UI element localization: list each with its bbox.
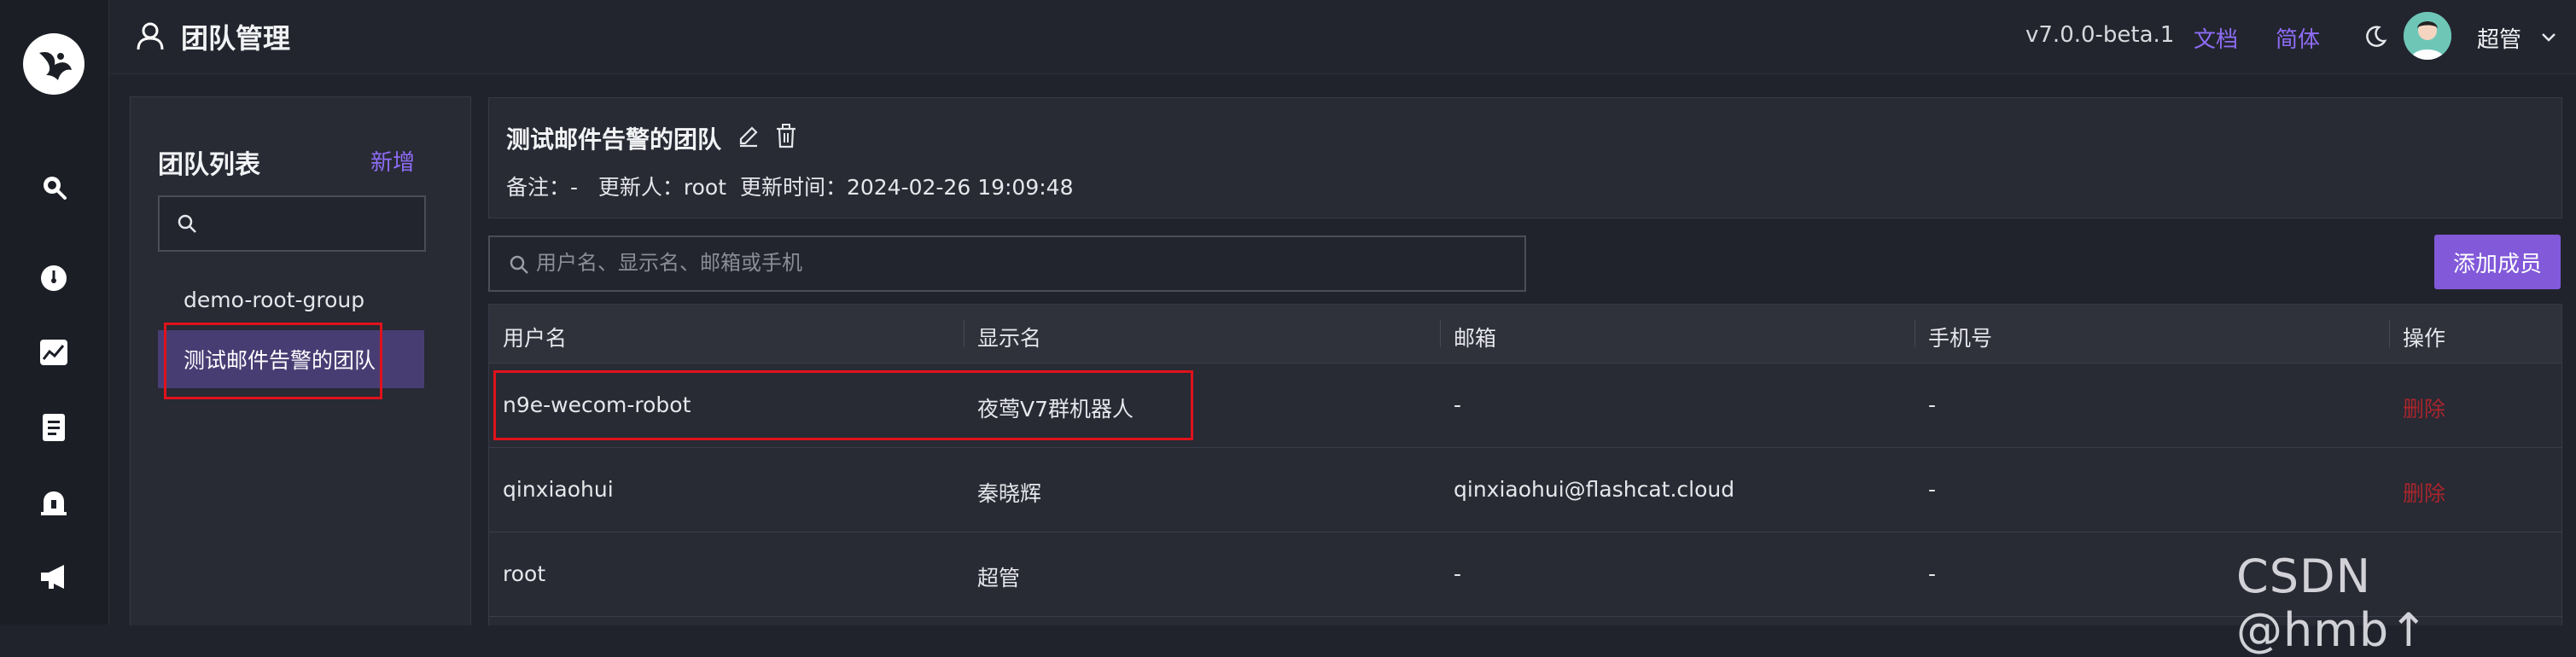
nav-search[interactable] (34, 169, 73, 208)
version-label: v7.0.0-beta.1 (2025, 22, 2175, 48)
column-divider (1440, 320, 1441, 347)
nav-dashboard[interactable] (34, 260, 73, 299)
nav-metrics[interactable] (34, 334, 73, 374)
table-header: 用户名 显示名 邮箱 手机号 操作 (489, 305, 2561, 363)
updater-value: root (683, 175, 727, 200)
cell-phone: - (1928, 392, 1937, 417)
docs-link[interactable]: 文档 (2194, 22, 2238, 54)
team-meta: 备注：- 更新人：root 更新时间：2024-02-26 19:09:48 (506, 171, 1073, 201)
watermark-text: CSDN @hmb↑ (2236, 549, 2429, 657)
cell-email: qinxiaohui@flashcat.cloud (1454, 477, 1735, 502)
avatar[interactable] (2404, 12, 2451, 60)
top-header: 团队管理 v7.0.0-beta.1 文档 简体 超管 (109, 0, 2576, 74)
language-switch[interactable]: 简体 (2276, 22, 2320, 54)
table-row: qinxiaohui 秦晓辉 qinxiaohui@flashcat.cloud… (489, 448, 2561, 532)
table-row: n9e-wecom-robot 夜莺V7群机器人 - - 删除 (489, 363, 2561, 448)
metrics-chart-icon (39, 339, 68, 369)
theme-toggle-moon-icon[interactable] (2363, 24, 2388, 49)
column-divider (964, 320, 965, 347)
nav-logs[interactable] (34, 410, 73, 449)
member-search-input[interactable] (534, 237, 1511, 288)
chevron-down-icon[interactable] (2539, 27, 2558, 46)
search-icon (509, 254, 529, 275)
alarm-bell-icon (39, 488, 68, 520)
edit-icon[interactable] (737, 124, 761, 148)
cell-email: - (1454, 392, 1462, 417)
team-list-item[interactable]: demo-root-group (158, 270, 424, 328)
search-icon (40, 173, 67, 204)
cell-username: n9e-wecom-robot (503, 392, 691, 417)
team-list-title: 团队列表 (158, 150, 260, 180)
note-value: - (570, 175, 579, 200)
dashboard-gauge-icon (39, 264, 68, 296)
col-phone-header[interactable]: 手机号 (1928, 322, 1992, 352)
add-member-button[interactable]: 添加成员 (2434, 235, 2561, 289)
cell-username: root (503, 561, 546, 586)
col-display-name-header[interactable]: 显示名 (977, 322, 1041, 352)
cell-phone: - (1928, 561, 1937, 586)
user-name[interactable]: 超管 (2477, 22, 2521, 54)
updater-label: 更新人： (597, 175, 684, 200)
delete-member-link[interactable]: 删除 (2403, 477, 2445, 508)
megaphone-icon (38, 563, 69, 594)
delete-trash-icon[interactable] (774, 123, 798, 148)
member-search-box (488, 235, 1526, 292)
team-name: 测试邮件告警的团队 (506, 125, 722, 154)
delete-member-link[interactable]: 删除 (2403, 392, 2445, 423)
update-time-label: 更新时间： (739, 175, 847, 200)
user-outline-icon (135, 20, 166, 51)
cell-phone: - (1928, 477, 1937, 502)
search-icon (177, 213, 197, 234)
team-list-item-active[interactable]: 测试邮件告警的团队 (158, 330, 424, 388)
cell-display-name: 秦晓辉 (977, 481, 1042, 506)
sidebar-rail (0, 0, 109, 625)
note-label: 备注： (506, 175, 571, 200)
col-actions-header: 操作 (2403, 326, 2446, 351)
team-list-panel: 团队列表 新增 demo-root-group 测试邮件告警的团队 (130, 96, 471, 625)
document-icon (41, 412, 67, 446)
nav-notify[interactable] (34, 559, 73, 598)
team-info-card: 测试邮件告警的团队 备注：- 更新人：root 更新时间：2024-02-26 … (488, 97, 2562, 218)
column-divider (2389, 320, 2390, 347)
cell-display-name: 超管 (977, 566, 1021, 590)
add-team-button[interactable]: 新增 (370, 145, 415, 177)
col-email-header[interactable]: 邮箱 (1454, 322, 1496, 352)
cell-email: - (1454, 561, 1462, 586)
update-time-value: 2024-02-26 19:09:48 (846, 175, 1074, 200)
cell-display-name: 夜莺V7群机器人 (977, 397, 1134, 422)
col-username-header[interactable]: 用户名 (503, 322, 567, 352)
page-title: 团队管理 (181, 22, 291, 55)
nav-alerting[interactable] (34, 485, 73, 524)
team-search-input[interactable] (158, 195, 426, 252)
cell-username: qinxiaohui (503, 477, 614, 502)
nightingale-logo-icon[interactable] (20, 31, 87, 97)
